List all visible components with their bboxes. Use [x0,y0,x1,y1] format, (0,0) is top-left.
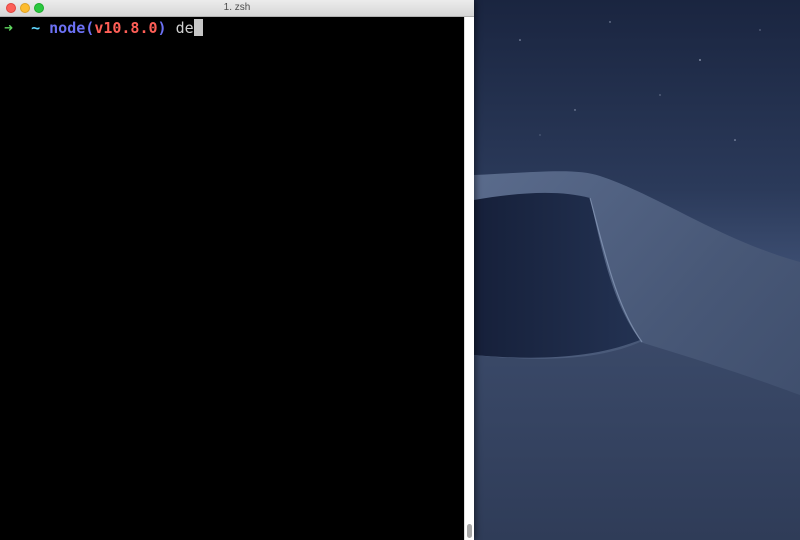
scroll-thumb[interactable] [467,524,472,538]
cwd-label: ~ [31,19,41,37]
version-open-paren: ( [85,19,95,37]
node-label: node [49,19,86,37]
window-titlebar[interactable]: 1. zsh [0,0,474,17]
version-close-paren: ) [157,19,167,37]
scrollbar[interactable] [464,17,474,540]
prompt-arrow-icon: ➜ [4,19,14,37]
window-title: 1. zsh [223,2,251,13]
desktop-screen: 1. zsh ➜ ~ node(v10.8.0) de [0,0,800,540]
prompt-line[interactable]: ➜ ~ node(v10.8.0) de [4,18,203,38]
text-cursor [193,19,203,36]
node-version: v10.8.0 [94,19,158,37]
command-input[interactable]: de [176,19,194,37]
terminal-body[interactable]: ➜ ~ node(v10.8.0) de [0,17,464,540]
terminal-window[interactable]: 1. zsh ➜ ~ node(v10.8.0) de [0,0,474,540]
